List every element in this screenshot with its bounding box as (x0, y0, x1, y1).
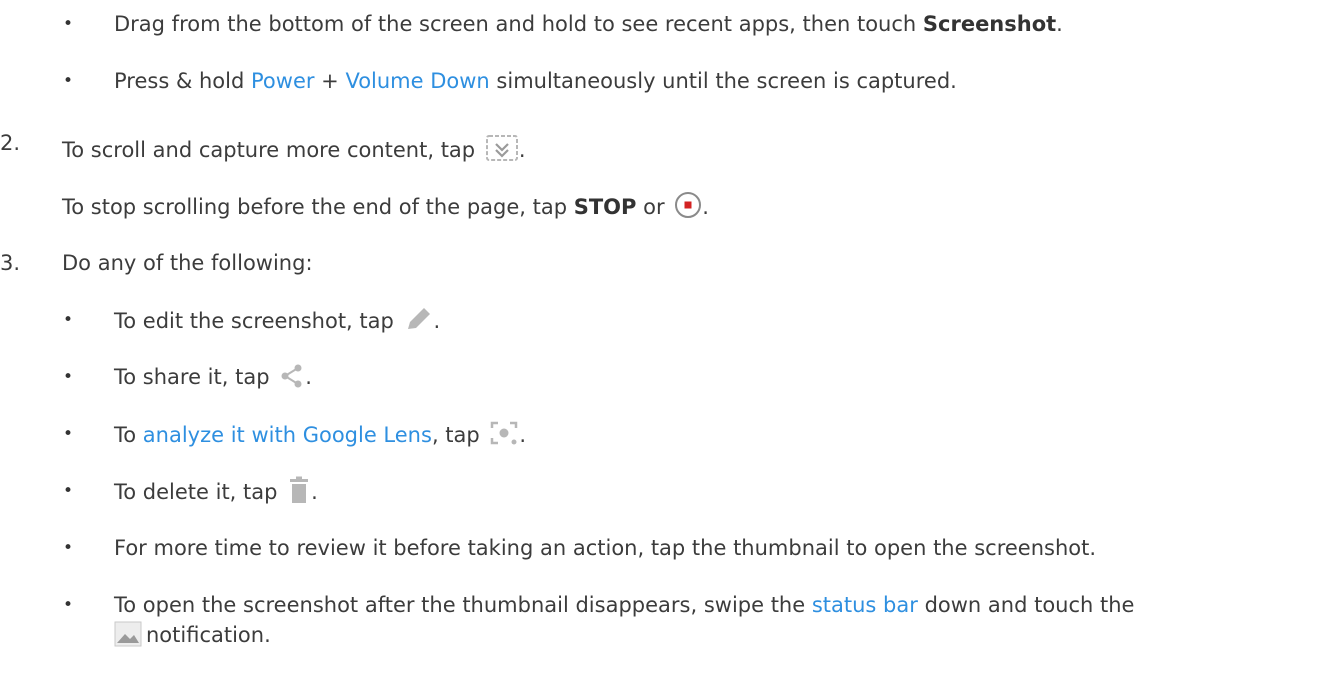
text: simultaneously until the screen is captu… (489, 69, 957, 93)
text: For more time to review it before taking… (114, 536, 1097, 560)
text: Press & hold (114, 69, 251, 93)
bullet: • (62, 310, 74, 330)
scroll-capture-icon[interactable] (485, 134, 519, 170)
bullet: • (62, 71, 74, 91)
text: . (433, 309, 441, 333)
text: + (314, 69, 346, 93)
bullet: • (62, 481, 74, 501)
bullet: • (62, 14, 74, 34)
status-bar-link[interactable]: status bar (812, 593, 918, 617)
text: To delete it, tap (114, 480, 285, 504)
text: notification. (146, 623, 271, 647)
text: . (311, 480, 318, 504)
text: To scroll and capture more content, tap (62, 138, 482, 162)
share-icon[interactable] (279, 363, 305, 397)
text: To edit the screenshot, tap (114, 309, 401, 333)
text: To stop scrolling before the end of the … (62, 195, 574, 219)
bullet: • (62, 367, 74, 387)
google-lens-link[interactable]: analyze it with Google Lens (143, 423, 432, 447)
edit-pencil-icon[interactable] (404, 305, 434, 341)
text: , tap (431, 423, 487, 447)
power-link[interactable]: Power (251, 69, 315, 93)
text: . (519, 423, 527, 447)
trash-icon[interactable] (287, 476, 311, 512)
text: To (114, 423, 143, 447)
text: or (636, 195, 672, 219)
step-3-text: Do any of the following: (62, 251, 313, 275)
bold-screenshot: Screenshot (922, 12, 1057, 36)
image-notification-icon (114, 621, 142, 655)
text: . (518, 138, 526, 162)
bullet: • (62, 595, 74, 615)
text: To open the screenshot after the thumbna… (114, 593, 812, 617)
bullet: • (62, 538, 74, 558)
volume-down-link[interactable]: Volume Down (345, 69, 489, 93)
text: . (702, 195, 709, 219)
text: . (1056, 12, 1063, 36)
text: Drag from the bottom of the screen and h… (114, 12, 923, 36)
google-lens-icon[interactable] (489, 419, 519, 455)
step-number: 3. (0, 251, 21, 275)
text: To share it, tap (114, 365, 277, 389)
text: down and touch the (917, 593, 1135, 617)
stop-record-icon[interactable] (674, 191, 702, 227)
bullet: • (62, 424, 74, 444)
bold-stop: STOP (573, 195, 637, 219)
text: . (305, 365, 312, 389)
step-number: 2. (0, 131, 21, 155)
